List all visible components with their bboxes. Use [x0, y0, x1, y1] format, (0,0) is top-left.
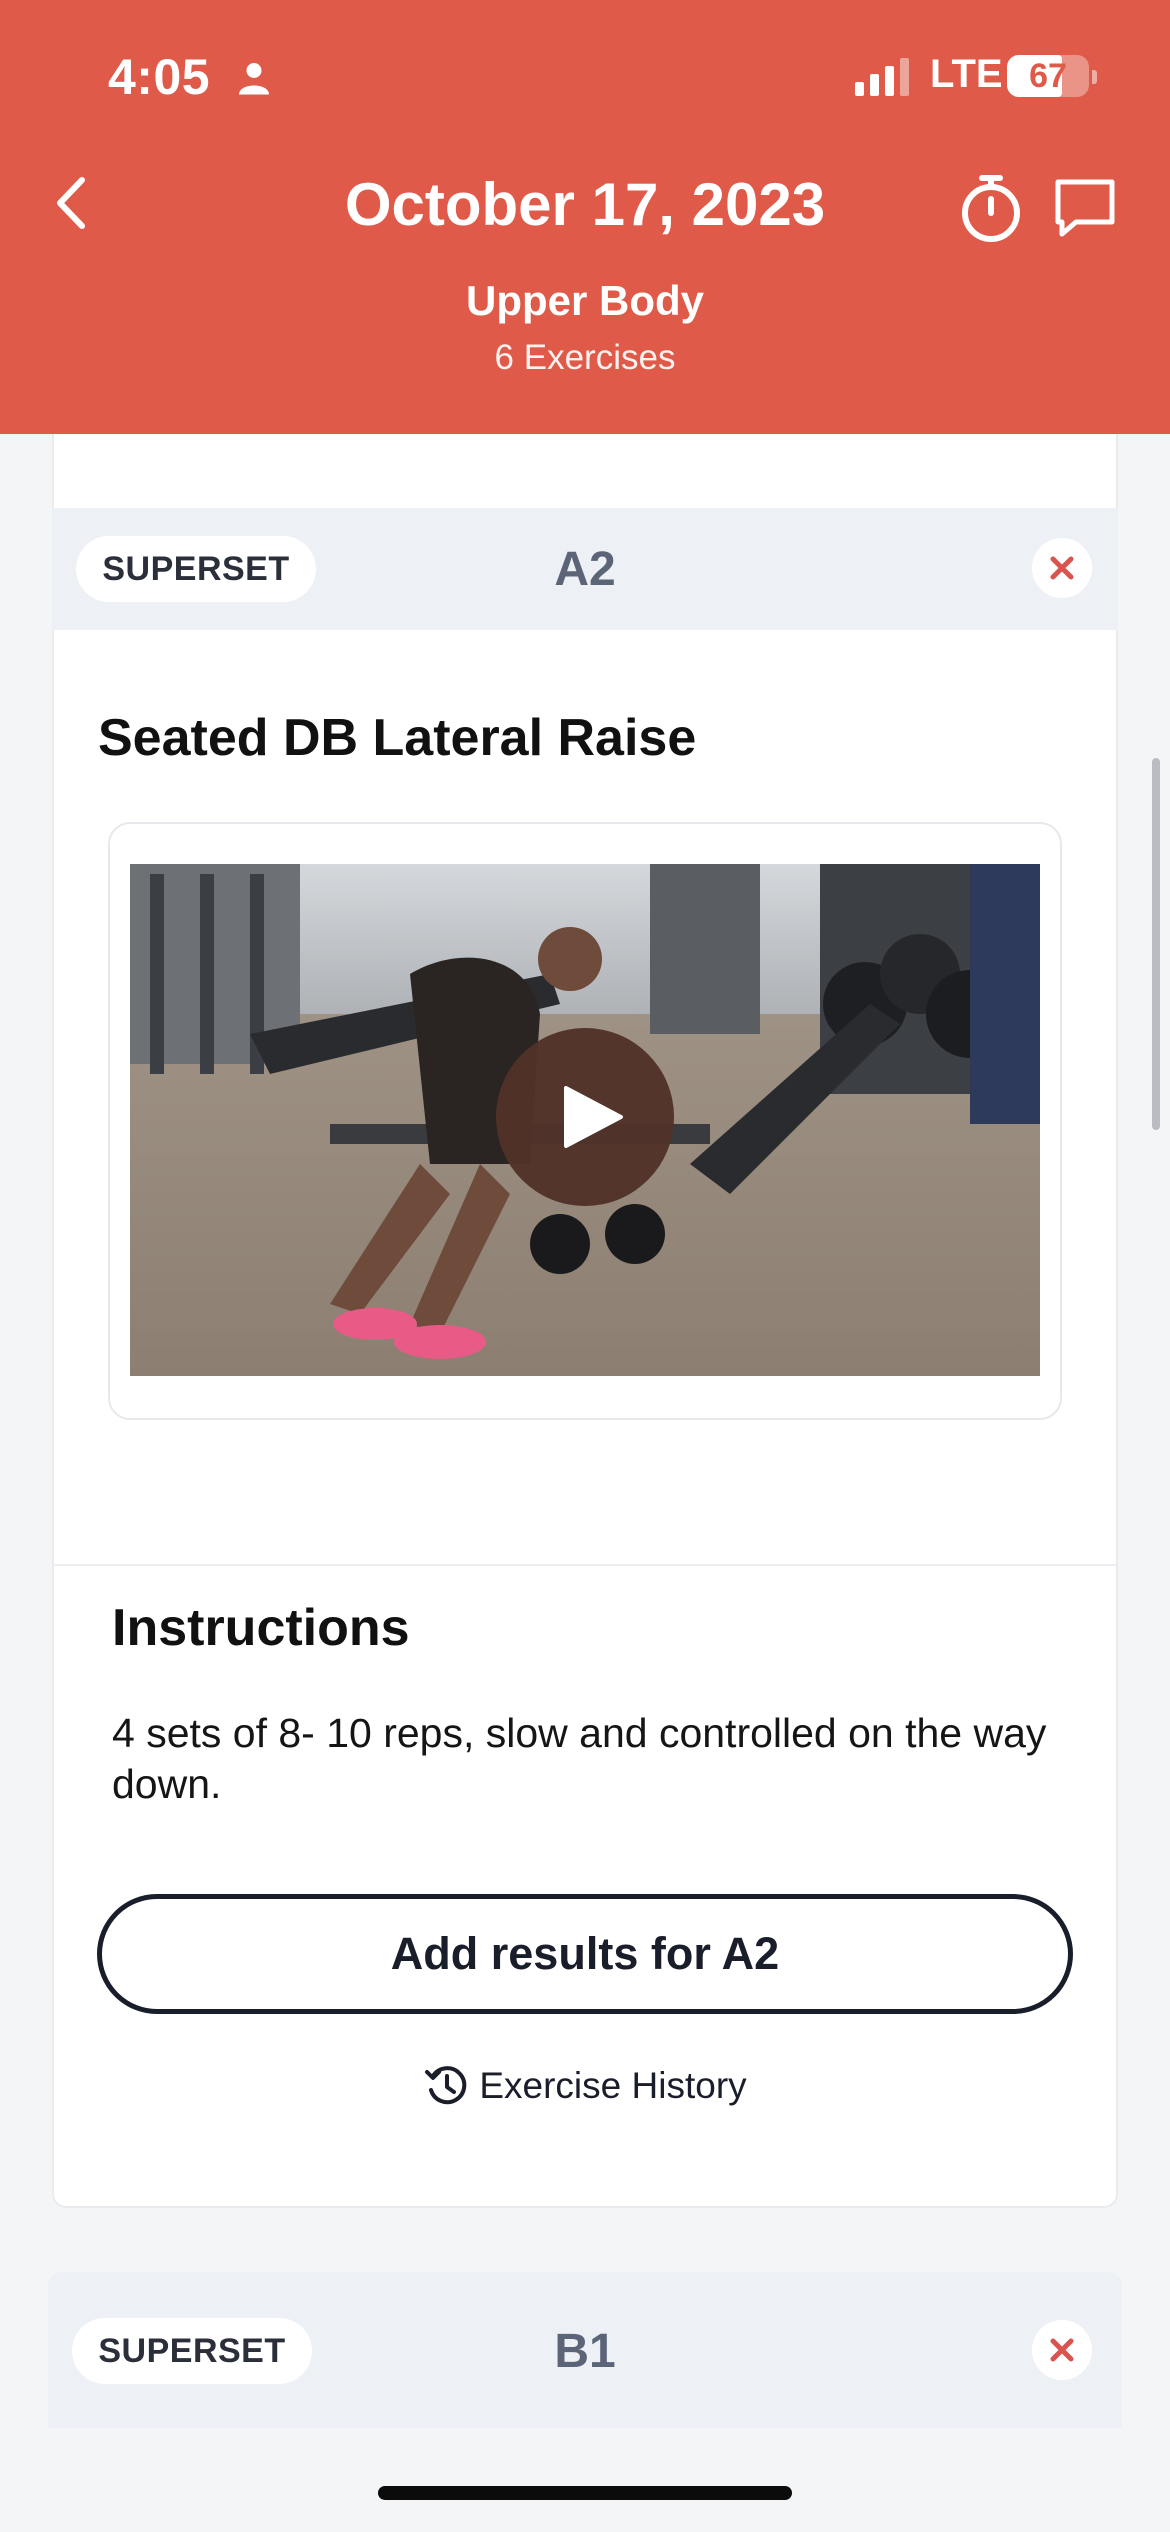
battery-percent: 67	[1029, 57, 1067, 95]
section-divider	[54, 1564, 1116, 1566]
exercise-title: Seated DB Lateral Raise	[98, 709, 697, 767]
close-icon[interactable]	[1032, 2320, 1092, 2380]
exercise-history-label: Exercise History	[479, 2065, 747, 2106]
superset-bar-b1: SUPERSET B1	[48, 2272, 1122, 2428]
close-icon[interactable]	[1032, 538, 1092, 598]
stopwatch-icon[interactable]	[958, 172, 1024, 244]
instructions-text: 4 sets of 8- 10 reps, slow and controlle…	[112, 1710, 1047, 1807]
header-bar: 4:05 LTE 67 October 17, 2023 Upper Body …	[0, 0, 1170, 434]
signal-icon	[855, 58, 909, 96]
scrollbar[interactable]	[1152, 758, 1160, 1130]
exercise-count: 6 Exercises	[494, 338, 676, 377]
person-icon	[239, 63, 269, 95]
chat-bubble-icon[interactable]	[1052, 176, 1118, 242]
network-type: LTE	[930, 52, 1003, 96]
status-time: 4:05	[108, 49, 211, 105]
add-results-button[interactable]: Add results for A2	[97, 1894, 1073, 2014]
superset-label: B1	[554, 2325, 616, 2378]
battery-nub	[1092, 70, 1097, 84]
superset-bar-a2: SUPERSET A2	[52, 508, 1118, 630]
instructions-heading: Instructions	[112, 1599, 410, 1657]
history-icon	[425, 2066, 467, 2105]
exercise-history-link[interactable]: Exercise History	[0, 2062, 1170, 2118]
play-icon[interactable]	[496, 1028, 674, 1206]
battery-icon: 67	[1007, 55, 1089, 97]
superset-label: A2	[554, 543, 616, 596]
home-indicator[interactable]	[378, 2486, 792, 2500]
workout-name: Upper Body	[465, 277, 704, 324]
